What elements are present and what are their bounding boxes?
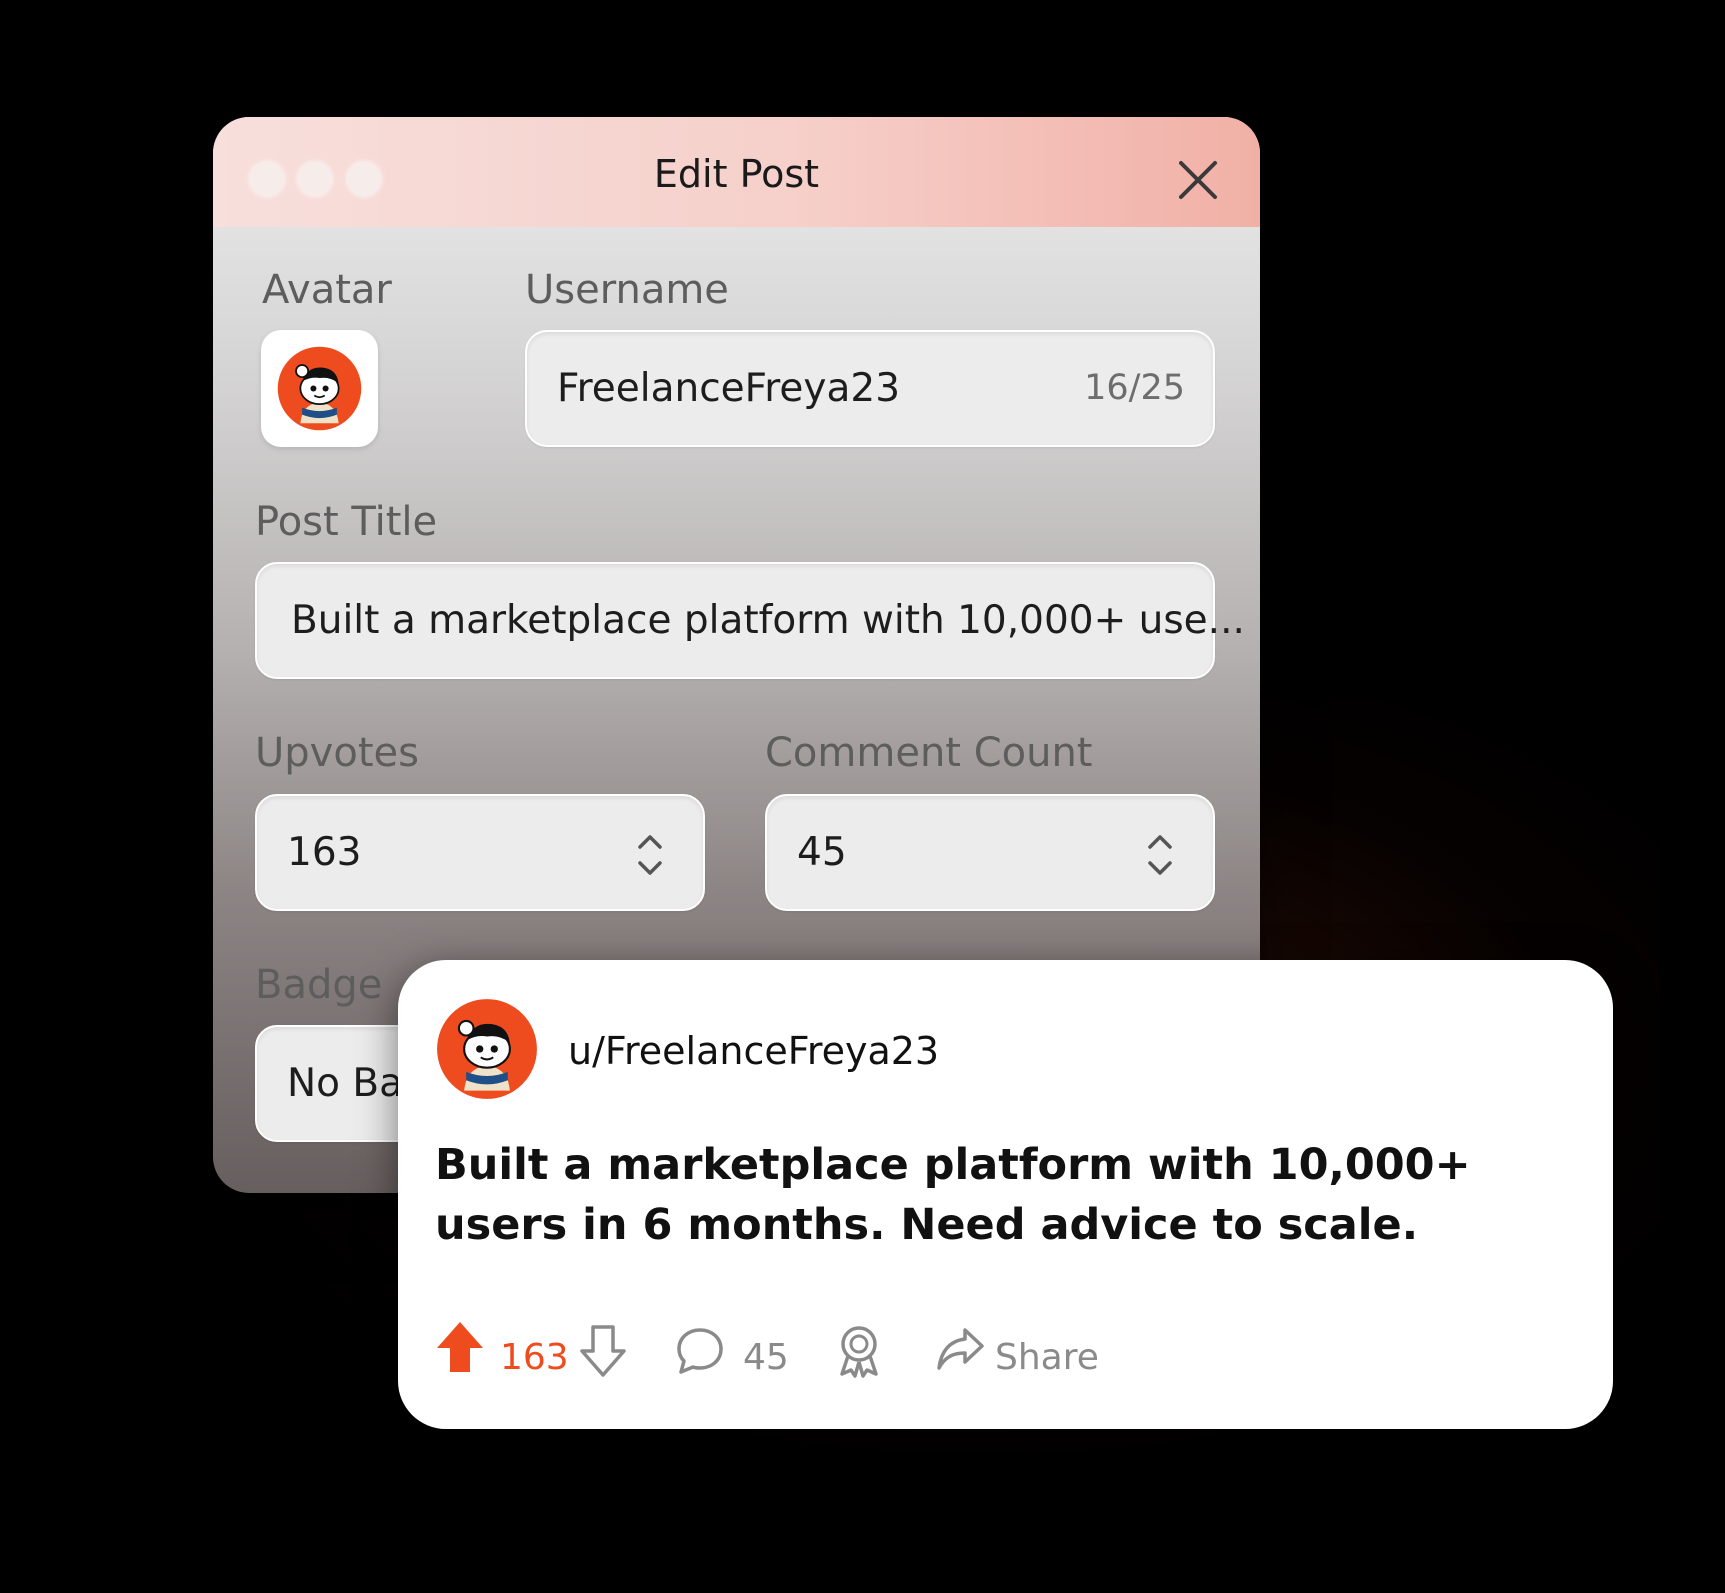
- upvote-count: 163: [500, 1337, 569, 1378]
- avatar-icon: [437, 999, 537, 1099]
- title-bar: Edit Post: [213, 117, 1260, 227]
- stepper-icon[interactable]: [635, 832, 665, 878]
- username-label: Username: [525, 267, 729, 313]
- upvotes-value: 163: [287, 830, 362, 875]
- avatar-picker[interactable]: [261, 330, 378, 447]
- comment-count-value: 45: [797, 830, 847, 875]
- share-icon[interactable]: [935, 1324, 985, 1374]
- upvote-icon[interactable]: [435, 1320, 485, 1375]
- username-field[interactable]: FreelanceFreya23 16/25: [525, 330, 1215, 447]
- post-title-label: Post Title: [255, 499, 438, 545]
- window-title: Edit Post: [653, 152, 820, 196]
- upvotes-stepper[interactable]: 163: [255, 794, 705, 911]
- username-char-counter: 16/25: [1084, 368, 1185, 408]
- comment-count-stepper[interactable]: 45: [765, 794, 1215, 911]
- username-value: FreelanceFreya23: [557, 366, 901, 411]
- share-button[interactable]: Share: [995, 1337, 1099, 1378]
- award-icon[interactable]: [835, 1324, 883, 1378]
- badge-label: Badge: [255, 962, 383, 1008]
- post-title-value: Built a marketplace platform with 10,000…: [291, 598, 1245, 643]
- upvotes-label: Upvotes: [255, 730, 419, 776]
- close-icon[interactable]: [1173, 155, 1223, 205]
- comment-icon[interactable]: [675, 1326, 725, 1376]
- comment-count-label: Comment Count: [765, 730, 1093, 776]
- stepper-icon[interactable]: [1145, 832, 1175, 878]
- avatar-label: Avatar: [262, 267, 392, 313]
- comment-count: 45: [743, 1337, 789, 1378]
- downvote-icon[interactable]: [578, 1324, 628, 1379]
- post-username[interactable]: u/FreelanceFreya23: [568, 1029, 939, 1073]
- post-preview-card: u/FreelanceFreya23 Built a marketplace p…: [398, 960, 1613, 1429]
- badge-value: No Ba: [287, 1061, 404, 1106]
- post-title-field[interactable]: Built a marketplace platform with 10,000…: [255, 562, 1245, 679]
- avatar-icon: [277, 346, 362, 431]
- post-title[interactable]: Built a marketplace platform with 10,000…: [435, 1135, 1565, 1255]
